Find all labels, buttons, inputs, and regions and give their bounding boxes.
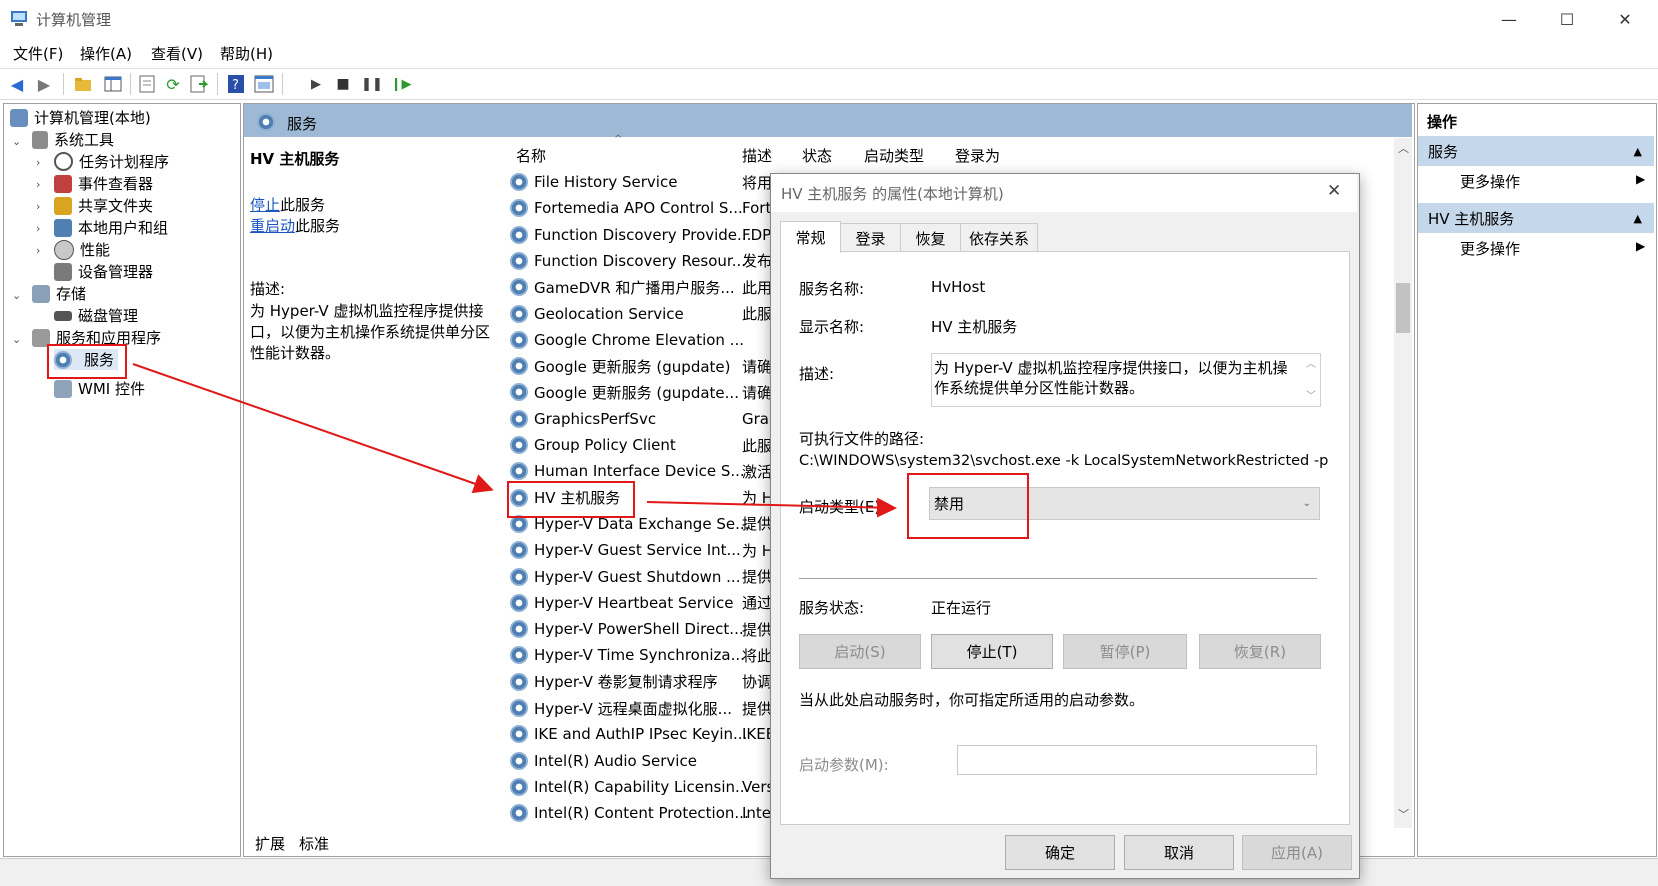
- annotation-arrow: [132, 363, 494, 494]
- tab-general[interactable]: 常规: [780, 221, 841, 253]
- annotation-arrows: [132, 363, 897, 518]
- annotation-arrow: [646, 497, 897, 518]
